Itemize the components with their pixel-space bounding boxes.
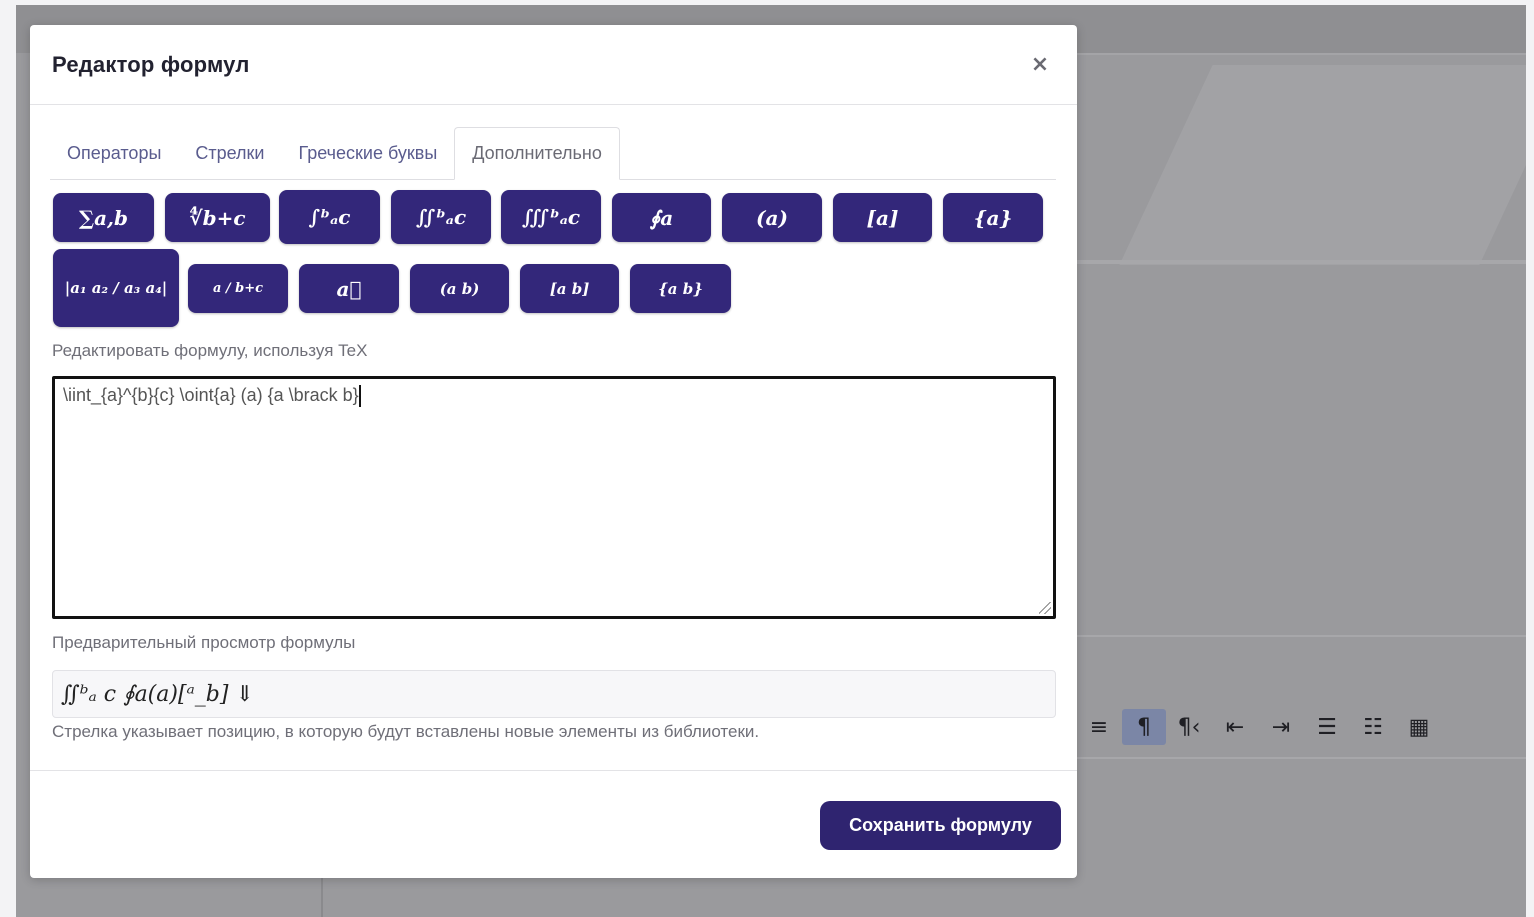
vector-button[interactable]: a⃗	[299, 264, 399, 313]
calculator-icon[interactable]: ▦	[1396, 709, 1442, 745]
outdent-icon[interactable]: ⇤	[1212, 709, 1258, 745]
integral-button[interactable]: ∫ᵇₐc	[279, 190, 380, 244]
tab-additional[interactable]: Дополнительно	[454, 127, 620, 180]
save-formula-button[interactable]: Сохранить формулу	[820, 801, 1061, 850]
parentheses-glyph: (a)	[756, 205, 788, 230]
backdrop-decoration	[1119, 65, 1526, 265]
contour-integral-glyph: ∮a	[649, 205, 674, 230]
formula-editor-modal: Редактор формул × Операторы Стрелки Греч…	[30, 25, 1077, 878]
binom-paren-button[interactable]: (a b)	[410, 264, 509, 313]
parentheses-button[interactable]: (a)	[722, 193, 822, 242]
modal-header: Редактор формул ×	[30, 25, 1077, 105]
determinant-glyph: |a₁ a₂ / a₃ a₄|	[64, 279, 168, 297]
preview-label: Предварительный просмотр формулы	[52, 633, 356, 652]
editor-toolbar: ≡ ¶ ¶‹ ⇤ ⇥ ☰ ☷ ▦	[1076, 705, 1442, 749]
tex-input-value: \iint_{a}^{b}{c} \oint{a} (a) {a \brack …	[63, 385, 359, 405]
root-button[interactable]: ∜b+c	[165, 193, 270, 242]
root-glyph: ∜b+c	[189, 205, 246, 230]
binom-brace-glyph: {a b}	[658, 279, 703, 298]
triple-integral-glyph: ∭ᵇₐc	[521, 205, 581, 229]
braces-glyph: {a}	[973, 205, 1013, 230]
backdrop-separator	[1076, 757, 1526, 759]
sum-glyph: ∑a,b	[79, 205, 128, 230]
double-integral-button[interactable]: ∬ᵇₐc	[391, 190, 491, 244]
vector-glyph: a⃗	[336, 276, 362, 301]
fraction-button[interactable]: a / b+c	[188, 264, 288, 313]
resize-handle-icon[interactable]	[1039, 602, 1051, 614]
double-integral-glyph: ∬ᵇₐc	[415, 205, 467, 229]
sum-button[interactable]: ∑a,b	[53, 193, 154, 242]
backdrop-separator	[1076, 635, 1526, 637]
tex-input[interactable]: \iint_{a}^{b}{c} \oint{a} (a) {a \brack …	[52, 376, 1056, 619]
tex-editor-label: Редактировать формулу, используя TeX	[52, 341, 368, 360]
symbol-tabs: Операторы Стрелки Греческие буквы Дополн…	[50, 127, 1056, 180]
numbered-list-icon[interactable]: ☷	[1350, 709, 1396, 745]
modal-title: Редактор формул	[52, 51, 250, 77]
brackets-glyph: [a]	[866, 205, 899, 230]
fraction-glyph: a / b+c	[212, 281, 264, 296]
tab-greek-letters[interactable]: Греческие буквы	[282, 127, 455, 179]
binom-bracket-glyph: [a b]	[549, 279, 590, 298]
text-caret	[358, 385, 361, 408]
binom-bracket-button[interactable]: [a b]	[520, 264, 619, 313]
brackets-button[interactable]: [a]	[833, 193, 932, 242]
braces-button[interactable]: {a}	[943, 193, 1043, 242]
align-justify-icon[interactable]: ≡	[1076, 709, 1122, 745]
tab-arrows[interactable]: Стрелки	[178, 127, 281, 179]
integral-glyph: ∫ᵇₐc	[308, 205, 351, 229]
tab-operators[interactable]: Операторы	[50, 127, 178, 179]
modal-footer-divider	[30, 770, 1077, 771]
preview-rendered-formula: ∬ᵇₐ c ∮a(a)[ᵃ_b] ⇓	[61, 681, 254, 707]
triple-integral-button[interactable]: ∭ᵇₐc	[501, 190, 601, 244]
determinant-button[interactable]: |a₁ a₂ / a₃ a₄|	[53, 249, 179, 327]
indent-icon[interactable]: ⇥	[1258, 709, 1304, 745]
backdrop-separator	[1076, 260, 1526, 264]
formula-preview: ∬ᵇₐ c ∮a(a)[ᵃ_b] ⇓	[52, 670, 1056, 718]
binom-brace-button[interactable]: {a b}	[630, 264, 731, 313]
bulleted-list-icon[interactable]: ☰	[1304, 709, 1350, 745]
insert-position-hint: Стрелка указывает позицию, в которую буд…	[52, 722, 760, 741]
contour-integral-button[interactable]: ∮a	[612, 193, 711, 242]
paragraph-rtl-icon[interactable]: ¶‹	[1166, 709, 1212, 745]
backdrop-divider	[1076, 53, 1526, 55]
binom-paren-glyph: (a b)	[439, 279, 480, 298]
close-icon[interactable]: ×	[1025, 52, 1055, 77]
paragraph-ltr-icon[interactable]: ¶	[1122, 709, 1166, 745]
